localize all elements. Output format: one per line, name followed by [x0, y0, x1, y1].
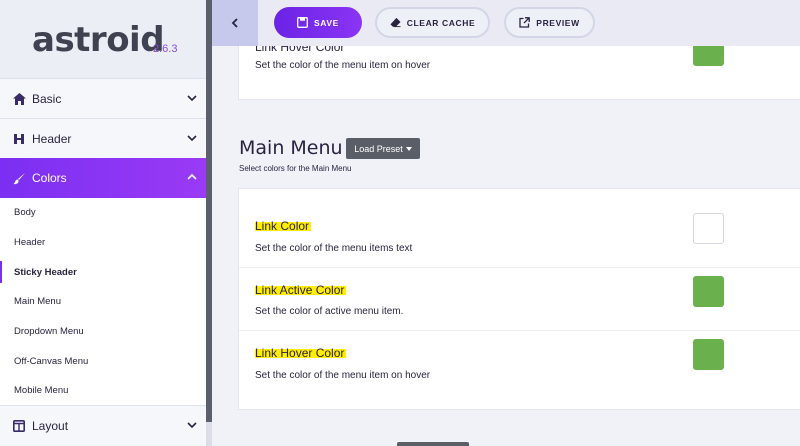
- submenu-item-body[interactable]: Body: [0, 198, 206, 228]
- submenu-item-main-menu[interactable]: Main Menu: [0, 287, 206, 317]
- sidebar-item-colors[interactable]: Colors: [0, 158, 206, 198]
- save-icon: [297, 17, 308, 28]
- sidebar-item-label: Header: [32, 131, 72, 146]
- color-swatch-link-hover[interactable]: [693, 339, 724, 370]
- colors-submenu: Body Header Sticky Header Main Menu Drop…: [0, 198, 206, 406]
- setting-label: Link Color: [255, 219, 312, 233]
- preview-label: PREVIEW: [536, 17, 580, 28]
- logo-area: astroid 2.6.3: [0, 0, 206, 78]
- chevron-down-icon: [187, 422, 197, 429]
- brand-logo: astroid: [32, 20, 165, 60]
- row-divider: [239, 330, 800, 331]
- sidebar-item-layout[interactable]: Layout: [0, 405, 206, 446]
- next-section-preset-button[interactable]: [397, 442, 469, 446]
- submenu-item-header[interactable]: Header: [0, 228, 206, 258]
- layout-icon: [12, 419, 26, 433]
- main-menu-settings-card: Link Color Set the color of the menu ite…: [238, 188, 800, 410]
- save-label: SAVE: [314, 17, 339, 28]
- setting-description: Set the color of the menu item on hover: [255, 370, 431, 381]
- setting-description: Set the color of the menu item on hover: [255, 60, 431, 71]
- chevron-left-icon: [231, 18, 238, 28]
- load-preset-dropdown[interactable]: Load Preset: [346, 138, 420, 159]
- home-icon: [12, 92, 26, 106]
- color-swatch-link-active[interactable]: [693, 276, 724, 307]
- sidebar-item-label: Basic: [32, 91, 62, 106]
- sidebar-item-label: Layout: [32, 419, 69, 433]
- color-swatch-link-hover[interactable]: [693, 46, 724, 66]
- sidebar: astroid 2.6.3 Basic Header Colors Body H…: [0, 0, 206, 446]
- chevron-down-icon: [187, 135, 197, 142]
- save-button[interactable]: SAVE: [274, 7, 362, 38]
- clear-cache-label: CLEAR CACHE: [406, 17, 476, 28]
- top-settings-card: Link Hover Color Set the color of the me…: [238, 46, 800, 100]
- brand-version: 2.6.3: [153, 43, 178, 55]
- submenu-item-mobile-menu[interactable]: Mobile Menu: [0, 376, 206, 406]
- chevron-up-icon: [187, 173, 197, 180]
- preview-button[interactable]: PREVIEW: [504, 7, 595, 38]
- sidebar-item-header[interactable]: Header: [0, 118, 206, 158]
- external-link-icon: [519, 17, 531, 28]
- load-preset-label: Load Preset: [354, 143, 403, 154]
- header-icon: [12, 132, 26, 146]
- setting-label: Link Hover Color: [255, 346, 347, 360]
- setting-description: Set the color of active menu item.: [255, 306, 404, 317]
- row-divider: [239, 267, 800, 268]
- collapse-sidebar-button[interactable]: [212, 0, 258, 46]
- highlighted-label: Link Active Color: [255, 283, 347, 297]
- submenu-item-off-canvas-menu[interactable]: Off-Canvas Menu: [0, 346, 206, 376]
- main-content: Link Hover Color Set the color of the me…: [212, 46, 800, 446]
- sidebar-item-label: Colors: [32, 171, 67, 185]
- setting-label: Link Active Color: [255, 283, 347, 297]
- eraser-icon: [390, 17, 401, 28]
- highlighted-label: Link Hover Color: [255, 346, 347, 360]
- submenu-item-dropdown-menu[interactable]: Dropdown Menu: [0, 317, 206, 347]
- color-swatch-link[interactable]: [693, 213, 724, 244]
- section-title: Main Menu: [239, 137, 343, 159]
- chevron-down-icon: [187, 95, 197, 102]
- submenu-item-sticky-header[interactable]: Sticky Header: [0, 257, 206, 287]
- section-subtitle: Select colors for the Main Menu: [239, 164, 352, 173]
- highlighted-label: Link Color: [255, 219, 312, 233]
- brush-icon: [12, 171, 26, 185]
- sidebar-item-basic[interactable]: Basic: [0, 78, 206, 118]
- caret-down-icon: [405, 146, 412, 151]
- setting-label: Link Hover Color: [255, 46, 345, 54]
- clear-cache-button[interactable]: CLEAR CACHE: [375, 7, 490, 38]
- top-toolbar: SAVE CLEAR CACHE PREVIEW: [212, 0, 800, 46]
- setting-description: Set the color of the menu items text: [255, 243, 413, 254]
